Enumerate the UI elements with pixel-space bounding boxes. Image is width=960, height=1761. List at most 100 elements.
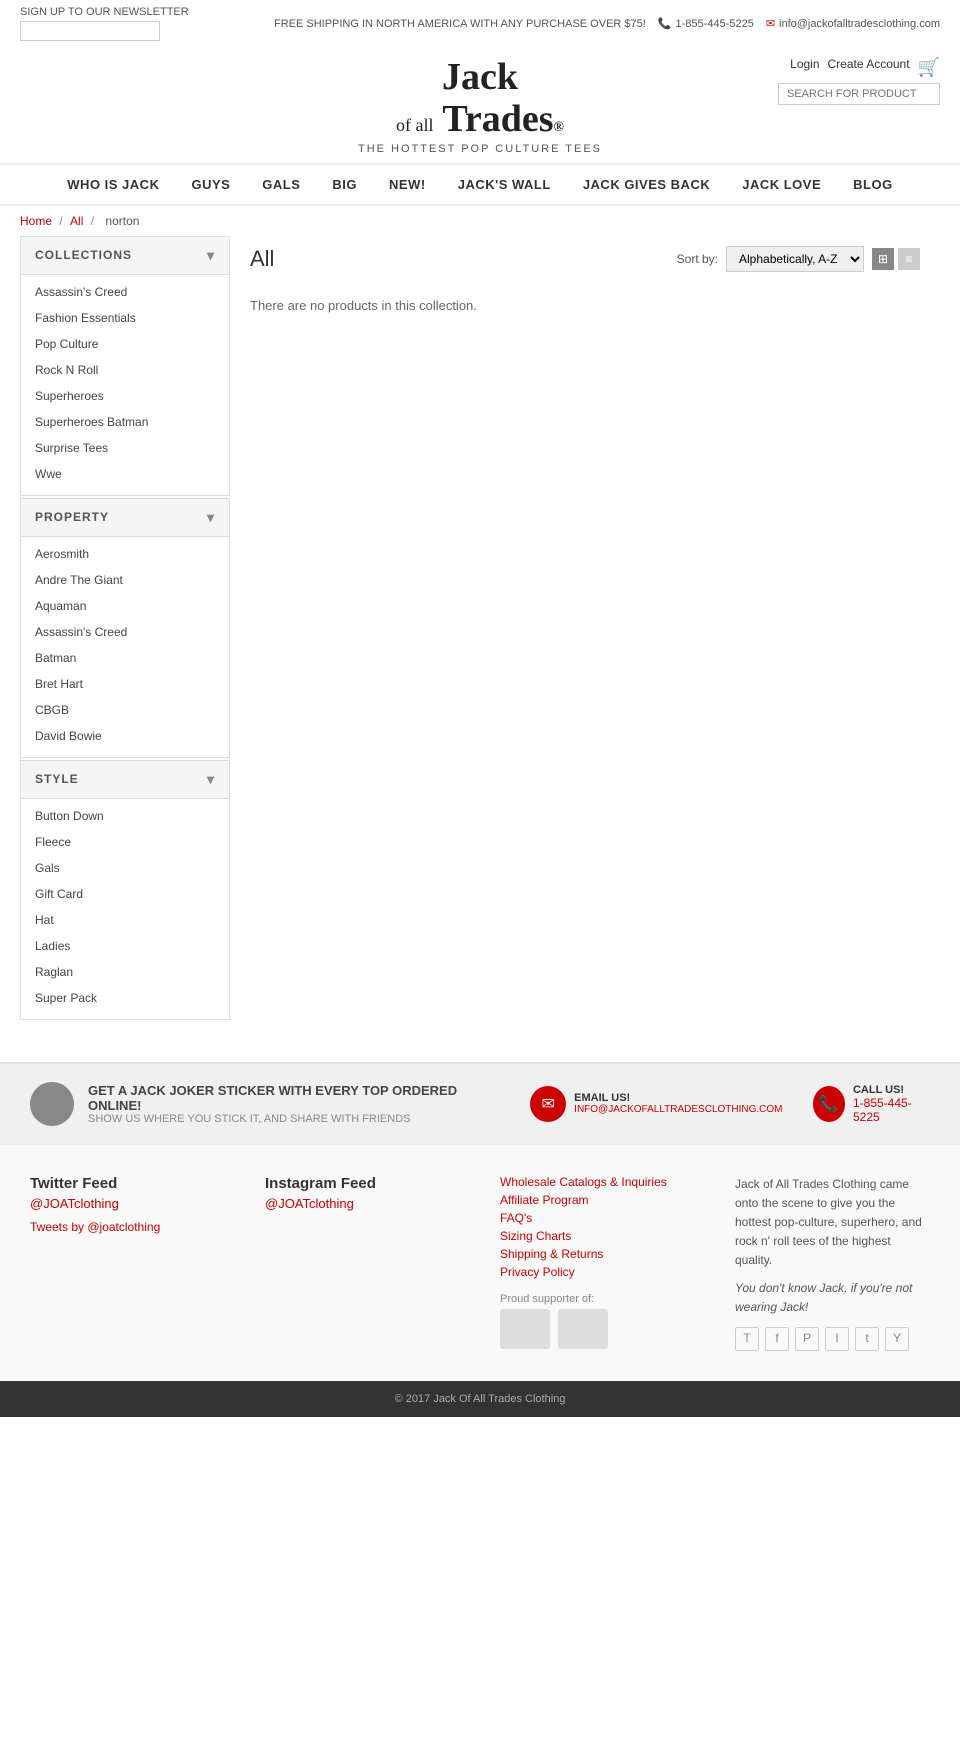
- logo-registered: ®: [554, 120, 564, 135]
- footer-strip-left: GET A JACK JOKER STICKER WITH EVERY TOP …: [30, 1082, 500, 1126]
- footer-strip: GET A JACK JOKER STICKER WITH EVERY TOP …: [0, 1062, 960, 1144]
- filter-item[interactable]: Bret Hart: [21, 671, 229, 697]
- social-tumblr-icon[interactable]: t: [855, 1327, 879, 1351]
- email-contact-icon: ✉: [530, 1086, 566, 1122]
- proud-supporter: Proud supporter of:: [500, 1293, 695, 1305]
- logo-trades: Trades: [442, 98, 553, 140]
- nav-jack-love[interactable]: JACK LOVE: [726, 165, 837, 204]
- filter-style: STYLE ▾ Button Down Fleece Gals Gift Car…: [20, 760, 230, 1020]
- sidebar: COLLECTIONS ▾ Assassin's Creed Fashion E…: [20, 236, 230, 1022]
- filter-item[interactable]: Superheroes Batman: [21, 409, 229, 435]
- breadcrumb-sep2: /: [91, 214, 98, 228]
- email-contact: ✉ EMAIL US! INFO@JACKOFALLTRADESCLOTHING…: [530, 1086, 782, 1122]
- phone-icon: 📞: [658, 17, 672, 30]
- social-pinterest-icon[interactable]: P: [795, 1327, 819, 1351]
- promo-title: GET A JACK JOKER STICKER WITH EVERY TOP …: [88, 1083, 500, 1113]
- filter-item[interactable]: Fleece: [21, 829, 229, 855]
- filter-item[interactable]: Gals: [21, 855, 229, 881]
- breadcrumb-all[interactable]: All: [70, 214, 83, 228]
- filter-item[interactable]: Assassin's Creed: [21, 619, 229, 645]
- filter-item[interactable]: Aerosmith: [21, 541, 229, 567]
- filter-item[interactable]: Rock N Roll: [21, 357, 229, 383]
- list-view-icon[interactable]: ≡: [898, 248, 920, 270]
- filter-item[interactable]: Gift Card: [21, 881, 229, 907]
- top-bar-right: FREE SHIPPING IN NORTH AMERICA WITH ANY …: [274, 17, 940, 30]
- filter-item[interactable]: CBGB: [21, 697, 229, 723]
- nav-jack-gives-back[interactable]: JACK GIVES BACK: [567, 165, 726, 204]
- main-area: All Sort by: Alphabetically, A-Z Alphabe…: [230, 236, 940, 1022]
- tweets-link[interactable]: Tweets by @joatclothing: [30, 1220, 160, 1234]
- filter-style-header[interactable]: STYLE ▾: [21, 761, 229, 799]
- free-shipping-text: FREE SHIPPING IN NORTH AMERICA WITH ANY …: [274, 18, 646, 30]
- nav-big[interactable]: BIG: [316, 165, 373, 204]
- instagram-handle: @JOATclothing: [265, 1196, 460, 1211]
- footer-link[interactable]: FAQ's: [500, 1211, 695, 1225]
- breadcrumb-current: norton: [105, 214, 139, 228]
- about-text: Jack of All Trades Clothing came onto th…: [735, 1175, 930, 1271]
- supporter-logo-1: [500, 1309, 550, 1349]
- nav-gals[interactable]: GALS: [246, 165, 316, 204]
- newsletter-label: SIGN UP TO OUR NEWSLETTER: [20, 6, 189, 18]
- filter-item[interactable]: Aquaman: [21, 593, 229, 619]
- logo: Jack of all Trades®: [396, 57, 564, 141]
- footer-link[interactable]: Wholesale Catalogs & Inquiries: [500, 1175, 695, 1189]
- filter-property-header[interactable]: PROPERTY ▾: [21, 499, 229, 537]
- nav-new[interactable]: NEW!: [373, 165, 442, 204]
- footer-link[interactable]: Shipping & Returns: [500, 1247, 695, 1261]
- breadcrumb-home[interactable]: Home: [20, 214, 52, 228]
- cart-icon[interactable]: 🛒: [918, 57, 940, 78]
- filter-item[interactable]: Pop Culture: [21, 331, 229, 357]
- footer-link[interactable]: Sizing Charts: [500, 1229, 695, 1243]
- filter-item[interactable]: David Bowie: [21, 723, 229, 749]
- filter-property-label: PROPERTY: [35, 510, 109, 524]
- phone-section: 📞 1-855-445-5225: [658, 17, 754, 30]
- filter-style-items: Button Down Fleece Gals Gift Card Hat La…: [21, 799, 229, 1019]
- sort-select[interactable]: Alphabetically, A-Z Alphabetically, Z-A …: [726, 246, 864, 272]
- social-youtube-icon[interactable]: Y: [885, 1327, 909, 1351]
- no-products-message: There are no products in this collection…: [250, 288, 920, 323]
- email-section: ✉ info@jackofalltradesclothing.com: [766, 17, 940, 30]
- style-arrow-icon: ▾: [207, 771, 215, 788]
- supporter-logo-2: [558, 1309, 608, 1349]
- sort-row: Sort by: Alphabetically, A-Z Alphabetica…: [677, 246, 920, 272]
- sort-label: Sort by:: [677, 252, 718, 266]
- newsletter-input[interactable]: [20, 21, 160, 41]
- filter-item[interactable]: Batman: [21, 645, 229, 671]
- footer-link[interactable]: Privacy Policy: [500, 1265, 695, 1279]
- filter-item[interactable]: Ladies: [21, 933, 229, 959]
- page-title: All: [250, 246, 274, 272]
- filter-item[interactable]: Button Down: [21, 803, 229, 829]
- search-input[interactable]: [779, 84, 939, 104]
- page-content: COLLECTIONS ▾ Assassin's Creed Fashion E…: [0, 236, 960, 1022]
- nav-jacks-wall[interactable]: JACK'S WALL: [442, 165, 567, 204]
- filter-collections-header[interactable]: COLLECTIONS ▾: [21, 237, 229, 275]
- social-twitter-icon[interactable]: T: [735, 1327, 759, 1351]
- filter-item[interactable]: Surprise Tees: [21, 435, 229, 461]
- grid-view-icon[interactable]: ⊞: [872, 248, 894, 270]
- filter-item[interactable]: Assassin's Creed: [21, 279, 229, 305]
- footer-link[interactable]: Affiliate Program: [500, 1193, 695, 1207]
- social-facebook-icon[interactable]: f: [765, 1327, 789, 1351]
- copyright: © 2017 Jack Of All Trades Clothing: [395, 1393, 566, 1405]
- collections-arrow-icon: ▾: [207, 247, 215, 264]
- filter-item[interactable]: Super Pack: [21, 985, 229, 1011]
- filter-item[interactable]: T-Shirt: [21, 1011, 229, 1019]
- filter-item[interactable]: Andre The Giant: [21, 567, 229, 593]
- create-account-link[interactable]: Create Account: [828, 57, 910, 78]
- phone-value: 1-855-445-5225: [853, 1096, 930, 1124]
- login-link[interactable]: Login: [790, 57, 819, 78]
- top-bar: SIGN UP TO OUR NEWSLETTER FREE SHIPPING …: [0, 0, 960, 47]
- filter-item[interactable]: Zane Fix: [21, 487, 229, 495]
- filter-item[interactable]: Superheroes: [21, 383, 229, 409]
- nav-who-is-jack[interactable]: WHO IS JACK: [51, 165, 175, 204]
- filter-item[interactable]: DC: [21, 749, 229, 757]
- filter-collections-label: COLLECTIONS: [35, 248, 132, 262]
- filter-collections-items: Assassin's Creed Fashion Essentials Pop …: [21, 275, 229, 495]
- nav-guys[interactable]: GUYS: [175, 165, 246, 204]
- filter-item[interactable]: Hat: [21, 907, 229, 933]
- filter-item[interactable]: Wwe: [21, 461, 229, 487]
- social-instagram-icon[interactable]: I: [825, 1327, 849, 1351]
- nav-blog[interactable]: BLOG: [837, 165, 909, 204]
- filter-item[interactable]: Fashion Essentials: [21, 305, 229, 331]
- filter-item[interactable]: Raglan: [21, 959, 229, 985]
